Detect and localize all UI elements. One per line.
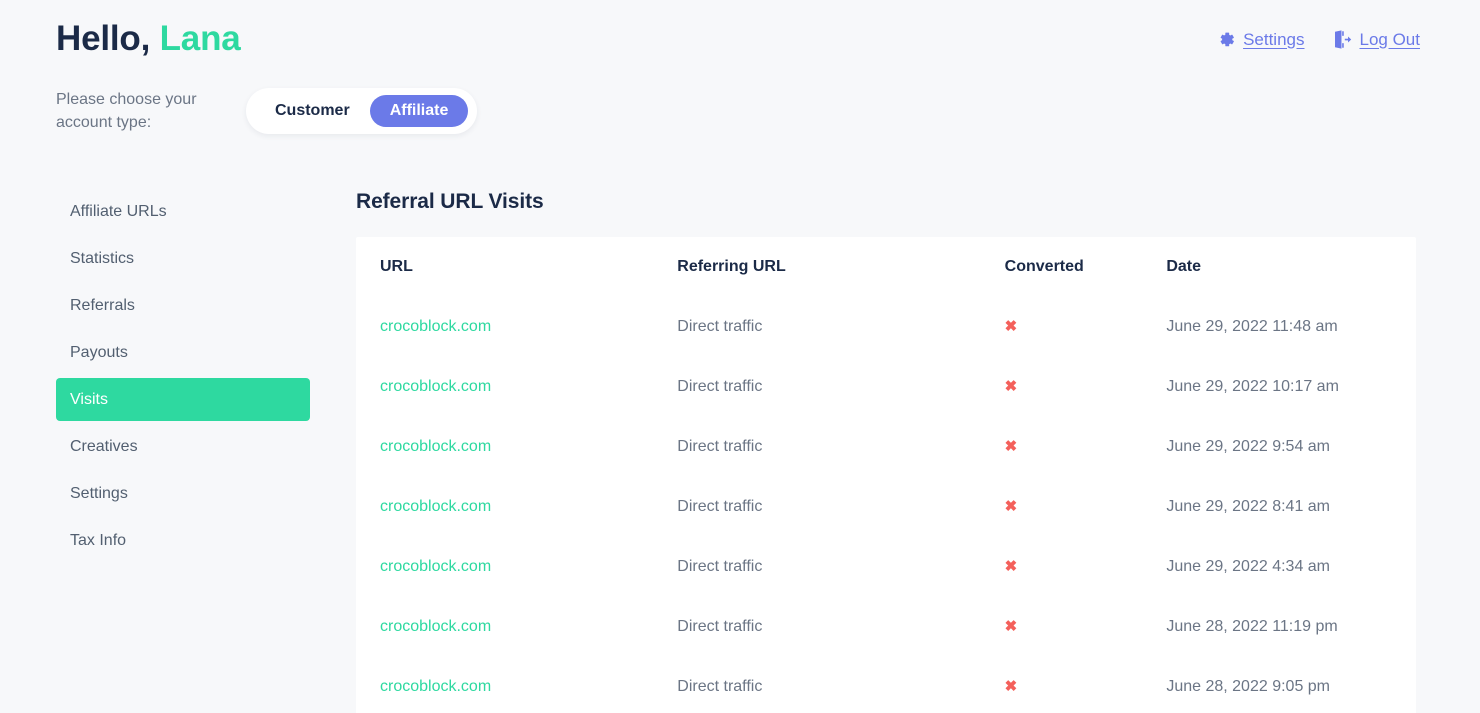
account-type-label: Please choose your account type: xyxy=(56,91,197,131)
table-row: crocoblock.com Direct traffic ✖ June 29,… xyxy=(356,417,1416,477)
greeting-prefix: Hello, xyxy=(56,19,151,58)
sidebar-item-affiliate-urls[interactable]: Affiliate URLs xyxy=(56,190,310,233)
header-actions: Settings Log Out xyxy=(1215,29,1420,50)
table-row: crocoblock.com Direct traffic ✖ June 28,… xyxy=(356,597,1416,657)
cross-icon: ✖ xyxy=(1004,678,1018,695)
cell-converted: ✖ xyxy=(1005,297,1167,357)
cell-converted: ✖ xyxy=(1005,477,1167,537)
settings-link[interactable]: Settings xyxy=(1215,29,1305,50)
logout-link[interactable]: Log Out xyxy=(1331,29,1421,50)
cell-referring-url: Direct traffic xyxy=(677,678,763,695)
table-header-row: URL Referring URL Converted Date xyxy=(356,237,1416,297)
cell-url: crocoblock.com xyxy=(356,657,677,713)
cell-url: crocoblock.com xyxy=(356,297,677,357)
cell-date: June 29, 2022 9:54 am xyxy=(1166,438,1331,455)
panel-title: Referral URL Visits xyxy=(356,190,544,213)
table-row: crocoblock.com Direct traffic ✖ June 29,… xyxy=(356,357,1416,417)
url-link[interactable]: crocoblock.com xyxy=(380,678,491,695)
sidebar-item-visits[interactable]: Visits xyxy=(56,378,310,421)
cell-date: June 29, 2022 4:34 am xyxy=(1166,558,1331,575)
column-header-converted: Converted xyxy=(1004,258,1084,275)
column-header-date: Date xyxy=(1166,258,1202,275)
cross-icon: ✖ xyxy=(1004,318,1018,335)
cell-url: crocoblock.com xyxy=(356,537,677,597)
account-type-option-affiliate[interactable]: Affiliate xyxy=(369,95,469,127)
account-type-switch[interactable]: Customer Affiliate xyxy=(246,88,478,134)
main-content: Referral URL Visits URL Referring URL Co… xyxy=(356,190,1416,713)
cell-referring-url: Direct traffic xyxy=(677,438,763,455)
greeting-user-name: Lana xyxy=(159,19,241,58)
page-header: Hello, Lana Settings Log Out xyxy=(0,0,1480,78)
cell-date: June 28, 2022 9:05 pm xyxy=(1166,678,1331,695)
cell-referring-url: Direct traffic xyxy=(677,318,763,335)
cell-referring-url: Direct traffic xyxy=(677,378,763,395)
sidebar-nav: Affiliate URLs Statistics Referrals Payo… xyxy=(56,190,310,566)
cell-url: crocoblock.com xyxy=(356,357,677,417)
cell-converted: ✖ xyxy=(1005,357,1167,417)
cross-icon: ✖ xyxy=(1004,378,1018,395)
column-header-referring-url: Referring URL xyxy=(677,258,786,275)
page-title: Hello, Lana xyxy=(56,19,241,59)
cell-converted: ✖ xyxy=(1005,597,1167,657)
account-type-option-customer[interactable]: Customer xyxy=(255,95,370,127)
sidebar-item-creatives[interactable]: Creatives xyxy=(56,425,310,468)
table-row: crocoblock.com Direct traffic ✖ June 29,… xyxy=(356,477,1416,537)
sidebar-item-statistics[interactable]: Statistics xyxy=(56,237,310,280)
cross-icon: ✖ xyxy=(1004,618,1018,635)
cross-icon: ✖ xyxy=(1004,558,1018,575)
cell-date: June 29, 2022 10:17 am xyxy=(1166,378,1339,395)
cell-converted: ✖ xyxy=(1005,417,1167,477)
visits-table-body: crocoblock.com Direct traffic ✖ June 29,… xyxy=(356,297,1416,713)
sidebar-item-tax-info[interactable]: Tax Info xyxy=(56,519,310,562)
sidebar-item-payouts[interactable]: Payouts xyxy=(56,331,310,374)
url-link[interactable]: crocoblock.com xyxy=(380,498,491,515)
cell-date: June 28, 2022 11:19 pm xyxy=(1166,618,1338,635)
cell-url: crocoblock.com xyxy=(356,597,677,657)
url-link[interactable]: crocoblock.com xyxy=(380,558,491,575)
url-link[interactable]: crocoblock.com xyxy=(380,438,491,455)
cross-icon: ✖ xyxy=(1004,498,1018,515)
sidebar-item-referrals[interactable]: Referrals xyxy=(56,284,310,327)
visits-table-card: URL Referring URL Converted Date crocobl… xyxy=(356,237,1416,713)
url-link[interactable]: crocoblock.com xyxy=(380,378,491,395)
cell-url: crocoblock.com xyxy=(356,477,677,537)
sidebar-item-settings[interactable]: Settings xyxy=(56,472,310,515)
visits-table: URL Referring URL Converted Date crocobl… xyxy=(356,237,1416,713)
table-row: crocoblock.com Direct traffic ✖ June 29,… xyxy=(356,297,1416,357)
table-row: crocoblock.com Direct traffic ✖ June 29,… xyxy=(356,537,1416,597)
logout-link-label: Log Out xyxy=(1359,29,1421,49)
cell-date: June 29, 2022 8:41 am xyxy=(1166,498,1331,515)
visits-table-head: URL Referring URL Converted Date xyxy=(356,237,1416,297)
account-type-row: Please choose your account type: Custome… xyxy=(56,88,478,134)
cell-referring-url: Direct traffic xyxy=(677,558,763,575)
cell-date: June 29, 2022 11:48 am xyxy=(1166,318,1338,335)
cell-converted: ✖ xyxy=(1005,657,1167,713)
cell-referring-url: Direct traffic xyxy=(677,618,763,635)
gear-icon xyxy=(1215,29,1236,50)
url-link[interactable]: crocoblock.com xyxy=(380,318,491,335)
table-row: crocoblock.com Direct traffic ✖ June 28,… xyxy=(356,657,1416,713)
logout-door-icon xyxy=(1331,29,1353,50)
cell-converted: ✖ xyxy=(1005,537,1167,597)
url-link[interactable]: crocoblock.com xyxy=(380,618,491,635)
column-header-url: URL xyxy=(380,258,413,275)
affiliate-dashboard-page: Hello, Lana Settings Log Out Please choo… xyxy=(0,0,1480,713)
cross-icon: ✖ xyxy=(1004,438,1018,455)
settings-link-label: Settings xyxy=(1243,29,1305,49)
cell-url: crocoblock.com xyxy=(356,417,677,477)
cell-referring-url: Direct traffic xyxy=(677,498,763,515)
